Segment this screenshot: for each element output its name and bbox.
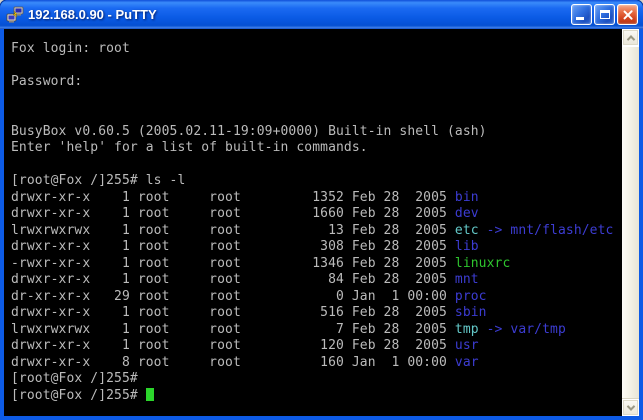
- window-controls: [571, 4, 638, 25]
- scroll-up-button[interactable]: [622, 29, 639, 46]
- terminal-line: [11, 58, 621, 75]
- scroll-down-button[interactable]: [622, 399, 639, 416]
- terminal-line: drwxr-xr-x 1 root root 1660 Feb 28 2005 …: [11, 206, 621, 223]
- terminal-line: drwxr-xr-x 1 root root 308 Feb 28 2005 l…: [11, 239, 621, 256]
- close-button[interactable]: [617, 4, 638, 25]
- terminal-cursor: [146, 388, 154, 401]
- putty-icon[interactable]: [6, 6, 24, 24]
- terminal-line: [root@Fox /]255#: [11, 388, 621, 405]
- terminal-line: [root@Fox /]255#: [11, 371, 621, 388]
- terminal-line: Fox login: root: [11, 41, 621, 58]
- terminal-line: lrwxrwxrwx 1 root root 13 Feb 28 2005 et…: [11, 223, 621, 240]
- scrollbar[interactable]: [622, 29, 639, 416]
- scrollbar-thumb[interactable]: [622, 46, 639, 399]
- title-bar[interactable]: 192.168.0.90 - PuTTY: [0, 0, 643, 29]
- terminal-line: Password:: [11, 74, 621, 91]
- terminal-line: drwxr-xr-x 1 root root 1352 Feb 28 2005 …: [11, 190, 621, 207]
- minimize-button[interactable]: [571, 4, 592, 25]
- terminal-line: dr-xr-xr-x 29 root root 0 Jan 1 00:00 pr…: [11, 289, 621, 306]
- terminal-line: BusyBox v0.60.5 (2005.02.11-19:09+0000) …: [11, 124, 621, 141]
- terminal-line: drwxr-xr-x 8 root root 160 Jan 1 00:00 v…: [11, 355, 621, 372]
- close-icon: [618, 5, 637, 24]
- terminal-line: [11, 91, 621, 108]
- terminal-screen[interactable]: Fox login: root Password: BusyBox v0.60.5 …: [4, 29, 639, 416]
- terminal-line: -rwxr-xr-x 1 root root 1346 Feb 28 2005 …: [11, 256, 621, 273]
- window-title: 192.168.0.90 - PuTTY: [28, 7, 571, 22]
- terminal-line: Enter 'help' for a list of built-in comm…: [11, 140, 621, 157]
- terminal-line: [root@Fox /]255# ls -l: [11, 173, 621, 190]
- putty-window: 192.168.0.90 - PuTTY Fox login: root Pass…: [0, 0, 643, 420]
- terminal-line: [11, 157, 621, 174]
- chevron-up-icon: [626, 35, 634, 43]
- terminal-line: drwxr-xr-x 1 root root 516 Feb 28 2005 s…: [11, 305, 621, 322]
- terminal-line: drwxr-xr-x 1 root root 84 Feb 28 2005 mn…: [11, 272, 621, 289]
- terminal-line: drwxr-xr-x 1 root root 120 Feb 28 2005 u…: [11, 338, 621, 355]
- terminal-line: [11, 107, 621, 124]
- maximize-icon: [600, 10, 610, 19]
- chevron-down-icon: [626, 402, 634, 410]
- minimize-icon: [576, 17, 584, 20]
- maximize-button[interactable]: [594, 4, 615, 25]
- terminal-lines: Fox login: root Password: BusyBox v0.60.5 …: [11, 41, 621, 416]
- terminal-line: lrwxrwxrwx 1 root root 7 Feb 28 2005 tmp…: [11, 322, 621, 339]
